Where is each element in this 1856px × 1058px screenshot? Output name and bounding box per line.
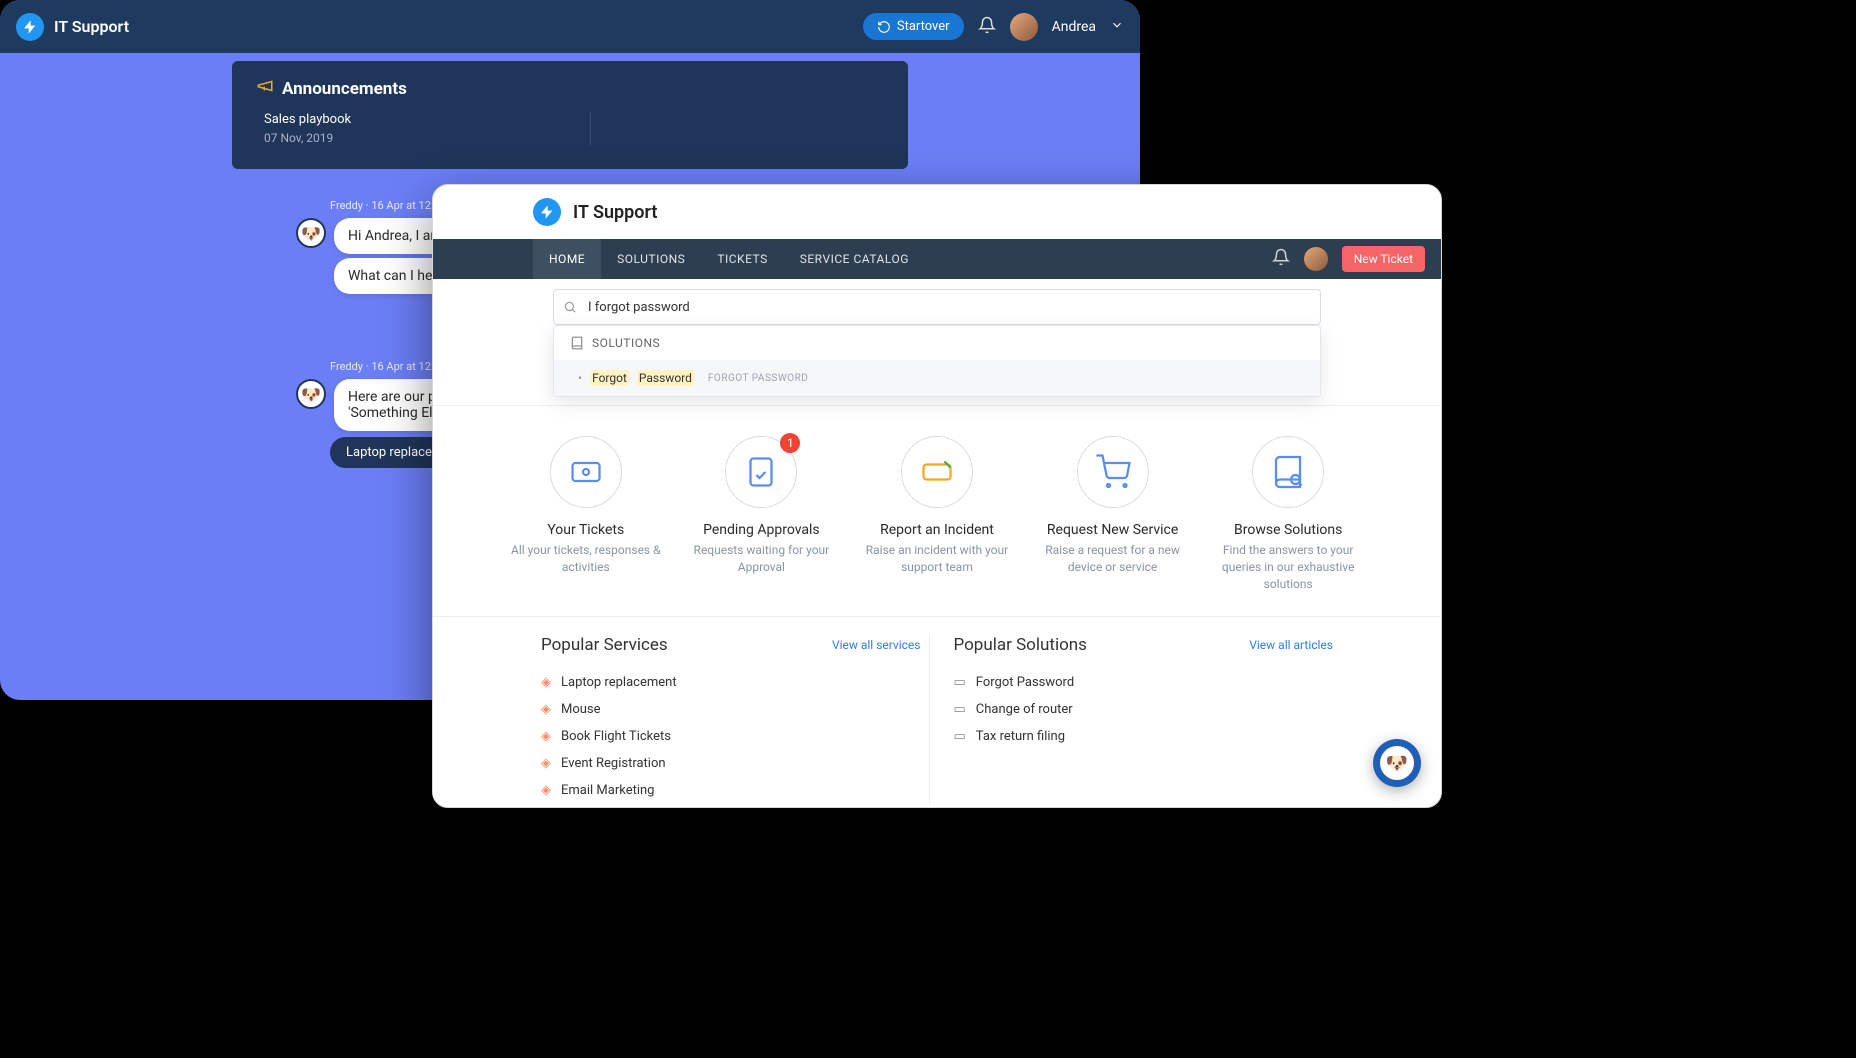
popular-solutions-column: Popular Solutions View all articles ▭For… (929, 635, 1342, 804)
suggest-highlight: Forgot (590, 370, 629, 386)
suggest-sub: FORGOT PASSWORD (708, 373, 808, 384)
portal-nav: HOME SOLUTIONS TICKETS SERVICE CATALOG N… (433, 239, 1441, 279)
tag-icon: ◈ (541, 729, 551, 744)
tickets-icon (550, 436, 622, 508)
document-icon: ▭ (954, 702, 966, 717)
nav-right: New Ticket (1272, 246, 1425, 272)
tag-icon: ◈ (541, 756, 551, 771)
search-wrap: SOLUTIONS • Forgot Password FORGOT PASSW… (433, 279, 1441, 325)
search-suggestions: SOLUTIONS • Forgot Password FORGOT PASSW… (553, 325, 1321, 397)
chat-announcement-empty (590, 112, 885, 145)
tile-desc: Raise a request for a new device or serv… (1030, 542, 1196, 576)
user-avatar[interactable] (1304, 247, 1328, 271)
chat-bot-launcher[interactable]: 🐶 (1373, 739, 1421, 787)
popular-services-column: Popular Services View all services ◈Lapt… (533, 635, 929, 804)
bot-avatar-icon: 🐶 (296, 379, 326, 409)
tile-your-tickets[interactable]: Your Tickets All your tickets, responses… (503, 436, 669, 592)
tile-title: Report an Incident (854, 522, 1020, 538)
chat-top-right: Startover Andrea (863, 13, 1124, 41)
chat-announcement-item[interactable]: Sales playbook 07 Nov, 2019 (256, 112, 550, 145)
popular-services-title: Popular Services (541, 635, 668, 655)
tile-title: Pending Approvals (679, 522, 845, 538)
portal-header: IT Support (433, 185, 1441, 239)
approvals-icon: 1 (725, 436, 797, 508)
new-ticket-button[interactable]: New Ticket (1342, 246, 1425, 272)
list-item[interactable]: ◈Event Registration (541, 750, 921, 777)
username-label: Andrea (1052, 19, 1096, 35)
list-item[interactable]: ▭Change of router (954, 696, 1334, 723)
chat-announcements-body: Sales playbook 07 Nov, 2019 (256, 112, 884, 145)
suggest-section-label: SOLUTIONS (592, 336, 660, 350)
quick-action-tiles: Your Tickets All your tickets, responses… (433, 406, 1441, 617)
chat-announcements-header: Announcements (256, 77, 884, 100)
tile-desc: All your tickets, responses & activities (503, 542, 669, 576)
tile-desc: Find the answers to your queries in our … (1205, 542, 1371, 592)
portal-window: IT Support HOME SOLUTIONS TICKETS SERVIC… (432, 184, 1442, 808)
chat-announcements-panel: Announcements Sales playbook 07 Nov, 201… (232, 61, 908, 169)
chat-brand-title: IT Support (54, 17, 129, 36)
chevron-down-icon[interactable] (1110, 17, 1124, 36)
tile-report-incident[interactable]: Report an Incident Raise an incident wit… (854, 436, 1020, 592)
portal-body: SOLUTIONS • Forgot Password FORGOT PASSW… (433, 279, 1441, 808)
bot-avatar-icon: 🐶 (1380, 746, 1414, 780)
book-icon (570, 336, 584, 350)
document-icon: ▭ (954, 729, 966, 744)
tag-icon: ◈ (541, 783, 551, 798)
nav-tab-solutions[interactable]: SOLUTIONS (601, 239, 701, 279)
chat-announcements-label: Announcements (282, 79, 407, 99)
tile-request-service[interactable]: Request New Service Raise a request for … (1030, 436, 1196, 592)
list-item[interactable]: ◈Email Marketing (541, 777, 921, 804)
view-all-services-link[interactable]: View all services (832, 638, 921, 652)
incident-icon (901, 436, 973, 508)
tag-icon: ◈ (541, 675, 551, 690)
chat-announcement-date: 07 Nov, 2019 (264, 131, 550, 145)
list-item[interactable]: ◈Book Flight Tickets (541, 723, 921, 750)
popular-section: Popular Services View all services ◈Lapt… (433, 617, 1441, 808)
list-item[interactable]: ▭Tax return filing (954, 723, 1334, 750)
search-input[interactable] (553, 289, 1321, 325)
search-icon (563, 299, 577, 318)
chat-topbar: IT Support Startover Andrea (0, 0, 1140, 53)
startover-label: Startover (897, 19, 950, 34)
popular-services-list: ◈Laptop replacement ◈Mouse ◈Book Flight … (541, 669, 921, 804)
suggest-row[interactable]: • Forgot Password FORGOT PASSWORD (554, 360, 1320, 396)
nav-tab-service-catalog[interactable]: SERVICE CATALOG (784, 239, 925, 279)
tile-title: Browse Solutions (1205, 522, 1371, 538)
nav-tabs: HOME SOLUTIONS TICKETS SERVICE CATALOG (533, 239, 925, 279)
startover-button[interactable]: Startover (863, 13, 964, 40)
brand-logo-icon (533, 198, 561, 226)
tile-desc: Requests waiting for your Approval (679, 542, 845, 576)
notifications-icon[interactable] (978, 16, 996, 38)
list-item[interactable]: ▭Forgot Password (954, 669, 1334, 696)
notifications-icon[interactable] (1272, 248, 1290, 270)
suggest-highlight: Password (637, 370, 694, 386)
tile-title: Request New Service (1030, 522, 1196, 538)
undo-icon (877, 20, 891, 34)
bot-avatar-icon: 🐶 (296, 218, 326, 248)
tile-title: Your Tickets (503, 522, 669, 538)
popular-solutions-title: Popular Solutions (954, 635, 1087, 655)
popular-solutions-list: ▭Forgot Password ▭Change of router ▭Tax … (954, 669, 1334, 750)
cart-icon (1077, 436, 1149, 508)
user-avatar[interactable] (1010, 13, 1038, 41)
book-search-icon (1252, 436, 1324, 508)
chat-brand: IT Support (16, 13, 129, 41)
view-all-articles-link[interactable]: View all articles (1249, 638, 1333, 652)
portal-brand-title: IT Support (573, 202, 657, 223)
tile-desc: Raise an incident with your support team (854, 542, 1020, 576)
megaphone-icon (256, 77, 274, 100)
notification-badge: 1 (780, 433, 800, 453)
list-item[interactable]: ◈Laptop replacement (541, 669, 921, 696)
tile-pending-approvals[interactable]: 1 Pending Approvals Requests waiting for… (679, 436, 845, 592)
list-item[interactable]: ◈Mouse (541, 696, 921, 723)
nav-tab-tickets[interactable]: TICKETS (701, 239, 783, 279)
document-icon: ▭ (954, 675, 966, 690)
tag-icon: ◈ (541, 702, 551, 717)
chat-announcement-title: Sales playbook (264, 112, 550, 127)
suggest-section-header: SOLUTIONS (554, 326, 1320, 360)
brand-logo-icon (16, 13, 44, 41)
tile-browse-solutions[interactable]: Browse Solutions Find the answers to you… (1205, 436, 1371, 592)
nav-tab-home[interactable]: HOME (533, 239, 601, 279)
